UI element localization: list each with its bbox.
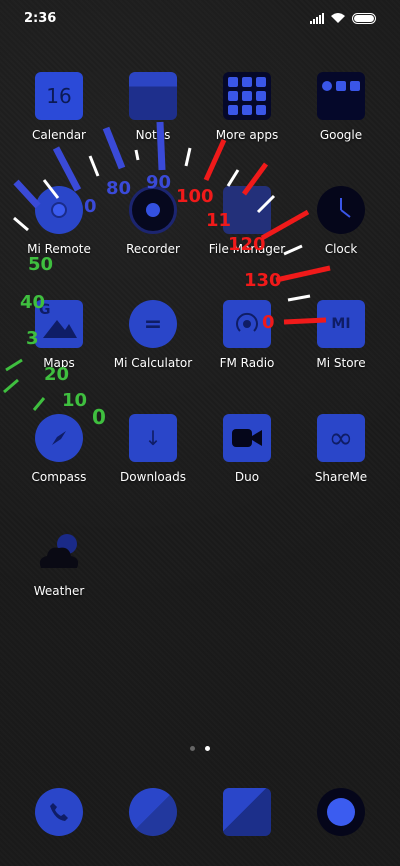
message-icon — [129, 788, 177, 836]
app-weather[interactable]: Weather — [12, 526, 106, 622]
notes-icon — [129, 72, 177, 120]
app-label: Mi Remote — [27, 242, 91, 256]
folder-icon — [223, 72, 271, 120]
page-dot-2[interactable] — [205, 746, 210, 751]
status-bar: 2:36 — [0, 0, 400, 36]
app-label: More apps — [215, 128, 279, 142]
radio-icon — [223, 300, 271, 348]
mi-store-icon: MI — [317, 300, 365, 348]
dock-camera[interactable] — [294, 786, 388, 842]
app-more-apps-folder[interactable]: More apps — [200, 70, 294, 166]
equals-glyph: = — [143, 311, 163, 337]
status-icons — [310, 12, 376, 24]
gallery-icon — [223, 788, 271, 836]
calendar-icon: 16 — [35, 72, 83, 120]
compass-icon — [35, 414, 83, 462]
camera-icon — [317, 788, 365, 836]
cloud-glyph — [39, 534, 79, 568]
dock-phone[interactable] — [12, 786, 106, 842]
app-label: Compass — [31, 470, 87, 484]
signal-icon — [310, 12, 324, 24]
app-calendar[interactable]: 16 Calendar — [12, 70, 106, 166]
app-notes[interactable]: Notes — [106, 70, 200, 166]
app-clock[interactable]: Clock — [294, 184, 388, 280]
battery-icon — [352, 12, 376, 24]
recorder-icon — [129, 186, 177, 234]
app-label: Mi Store — [316, 356, 366, 370]
mi-logo: MI — [331, 316, 351, 332]
weather-cloud-icon — [35, 528, 83, 576]
page-dot-1[interactable] — [190, 746, 195, 751]
app-label: Weather — [33, 584, 85, 598]
app-label: Calendar — [32, 128, 86, 142]
video-camera-icon — [223, 414, 271, 462]
dock-messages[interactable] — [106, 786, 200, 842]
app-label: Recorder — [126, 242, 180, 256]
app-label: Notes — [135, 128, 171, 142]
app-grid: 16 Calendar Notes More apps Google Mi Re… — [12, 70, 388, 622]
app-google-folder[interactable]: Google — [294, 70, 388, 166]
app-mi-store[interactable]: MI Mi Store — [294, 298, 388, 394]
app-label: ShareMe — [314, 470, 368, 484]
app-label: Google — [319, 128, 363, 142]
app-label: Downloads — [120, 470, 186, 484]
app-label: File Manager — [208, 242, 286, 256]
app-label: Mi Calculator — [113, 356, 193, 370]
app-downloads[interactable]: ↓ Downloads — [106, 412, 200, 508]
app-compass[interactable]: Compass — [12, 412, 106, 508]
app-label: Clock — [324, 242, 358, 256]
app-label: Maps — [43, 356, 75, 370]
app-mi-calculator[interactable]: = Mi Calculator — [106, 298, 200, 394]
app-mi-remote[interactable]: Mi Remote — [12, 184, 106, 280]
folder-file-icon — [223, 186, 271, 234]
app-label: Duo — [234, 470, 260, 484]
app-maps[interactable]: G Maps — [12, 298, 106, 394]
status-time: 2:36 — [24, 10, 57, 26]
wifi-icon — [331, 13, 345, 23]
app-shareme[interactable]: ∞ ShareMe — [294, 412, 388, 508]
google-folder-icon — [317, 72, 365, 120]
phone-glyph — [50, 803, 68, 821]
page-indicator[interactable] — [0, 746, 400, 751]
dock-gallery[interactable] — [200, 786, 294, 842]
app-recorder[interactable]: Recorder — [106, 184, 200, 280]
compass-needle — [52, 431, 66, 445]
dock — [12, 786, 388, 842]
radio-waves — [236, 312, 258, 332]
clock-icon — [317, 186, 365, 234]
clock-hands — [340, 198, 351, 218]
maps-letter: G — [39, 302, 51, 318]
maps-icon: G — [35, 300, 83, 348]
camera-glyph — [232, 429, 262, 447]
infinity-glyph: ∞ — [328, 420, 354, 456]
app-label: FM Radio — [219, 356, 275, 370]
app-file-manager[interactable]: File Manager — [200, 184, 294, 280]
calendar-day: 16 — [46, 84, 72, 108]
down-arrow-glyph: ↓ — [144, 426, 162, 450]
app-fm-radio[interactable]: FM Radio — [200, 298, 294, 394]
infinity-icon: ∞ — [317, 414, 365, 462]
app-duo[interactable]: Duo — [200, 412, 294, 508]
calculator-icon: = — [129, 300, 177, 348]
phone-icon — [35, 788, 83, 836]
download-icon: ↓ — [129, 414, 177, 462]
remote-icon — [35, 186, 83, 234]
